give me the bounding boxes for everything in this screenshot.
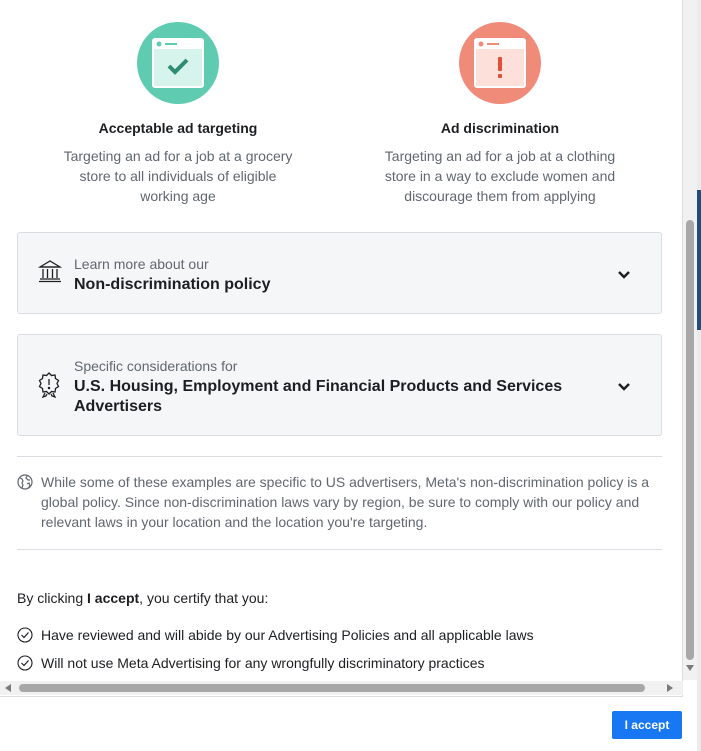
card-title: Non-discrimination policy	[74, 276, 271, 293]
background-image-fragment	[697, 190, 701, 330]
discrimination-description: Targeting an ad for a job at a clothing …	[384, 148, 616, 204]
scroll-left-arrow-icon[interactable]	[5, 684, 11, 692]
dialog-footer: I accept	[0, 696, 683, 751]
divider	[17, 549, 662, 550]
horizontal-scrollbar[interactable]	[0, 681, 683, 695]
card-text: Learn more about our Non-discrimination …	[74, 255, 601, 295]
institution-icon	[37, 259, 63, 288]
accept-button[interactable]: I accept	[612, 711, 682, 739]
vertical-scroll-thumb[interactable]	[686, 220, 694, 660]
check-circle-icon	[17, 627, 33, 643]
non-discrimination-policy-card[interactable]: Learn more about our Non-discrimination …	[17, 232, 662, 314]
certify-item: Have reviewed and will abide by our Adve…	[17, 626, 534, 644]
us-housing-considerations-card[interactable]: Specific considerations for U.S. Housing…	[17, 334, 662, 436]
discrimination-title: Ad discrimination	[440, 120, 560, 136]
examples-section: Acceptable ad targeting Targeting an ad …	[0, 0, 683, 215]
browser-warning-icon	[459, 22, 541, 104]
card-text: Specific considerations for U.S. Housing…	[74, 357, 601, 417]
card-title: U.S. Housing, Employment and Financial P…	[74, 378, 563, 415]
policy-dialog: Acceptable ad targeting Targeting an ad …	[0, 0, 683, 751]
acceptable-example: Acceptable ad targeting Targeting an ad …	[48, 22, 308, 206]
global-policy-note: While some of these examples are specifi…	[17, 472, 662, 532]
acceptable-description: Targeting an ad for a job at a grocery s…	[63, 148, 293, 204]
certify-item: Will not use Meta Advertising for any wr…	[17, 654, 485, 672]
browser-check-icon	[137, 22, 219, 104]
horizontal-scroll-thumb[interactable]	[19, 684, 645, 692]
note-text: While some of these examples are specifi…	[41, 474, 650, 530]
scroll-right-arrow-icon[interactable]	[667, 684, 673, 692]
certify-item-text: Have reviewed and will abide by our Adve…	[41, 627, 534, 643]
certify-suffix: , you certify that you:	[139, 590, 269, 606]
badge-alert-icon	[38, 372, 60, 403]
certify-statement: By clicking I accept, you certify that y…	[17, 590, 268, 606]
scroll-down-arrow-icon[interactable]	[686, 665, 694, 671]
dialog-scroll-area: Acceptable ad targeting Targeting an ad …	[0, 0, 683, 695]
acceptable-title: Acceptable ad targeting	[98, 120, 258, 136]
discrimination-example: Ad discrimination Targeting an ad for a …	[370, 22, 630, 206]
divider	[17, 456, 662, 457]
globe-icon	[17, 474, 33, 495]
certify-prefix: By clicking	[17, 590, 88, 606]
chevron-down-icon[interactable]	[617, 267, 631, 285]
check-circle-icon	[17, 655, 33, 671]
certify-bold: I accept	[87, 590, 140, 606]
chevron-down-icon[interactable]	[617, 379, 631, 397]
certify-item-text: Will not use Meta Advertising for any wr…	[41, 655, 485, 671]
card-subtitle: Specific considerations for	[74, 358, 238, 374]
vertical-scrollbar[interactable]	[683, 0, 697, 680]
card-subtitle: Learn more about our	[74, 256, 209, 272]
background-page-strip	[697, 0, 701, 751]
